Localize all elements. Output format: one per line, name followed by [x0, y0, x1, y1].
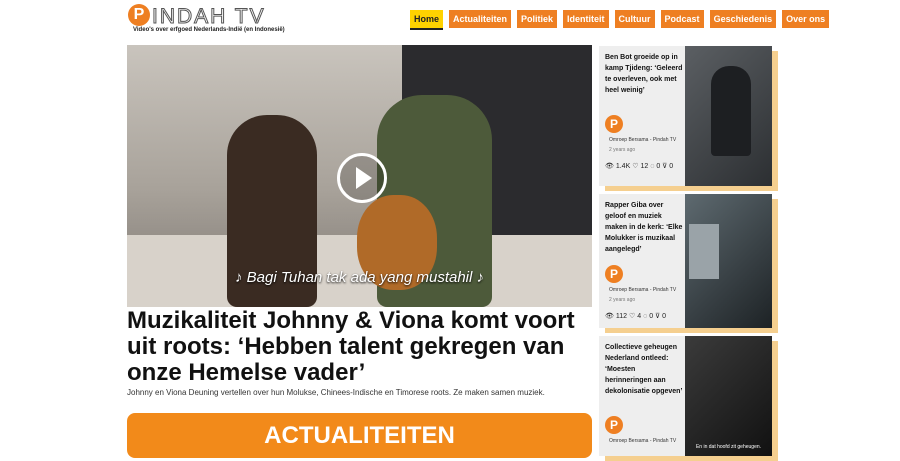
channel-avatar-icon: P	[605, 115, 623, 133]
nav-home[interactable]: Home	[410, 10, 444, 30]
views-count: 112	[615, 313, 628, 320]
likes-count: 4	[637, 313, 642, 320]
nav-actualiteiten[interactable]: Actualiteiten	[449, 10, 512, 28]
likes-count: 12	[640, 163, 649, 170]
nav-cultuur[interactable]: Cultuur	[614, 10, 655, 28]
sidebar-card-1[interactable]: Ben Bot groeide op in kamp Tjideng: ‘Gel…	[599, 46, 772, 186]
card-thumbnail[interactable]: En in dat hoofd zit geheugen.	[685, 336, 772, 456]
comment-icon: ◌	[643, 313, 648, 320]
card-author: Omroep Bersama - Pindah TV	[609, 438, 677, 444]
featured-title[interactable]: Muzikaliteit Johnny & Viona komt voort u…	[127, 308, 597, 386]
featured-video[interactable]: ♪ Bagi Tuhan tak ada yang mustahil ♪	[127, 45, 592, 307]
sidebar-card-3[interactable]: Collectieve geheugen Nederland ontleed: …	[599, 336, 772, 456]
thumbnail-figure	[711, 66, 751, 156]
comments-count: 0	[649, 313, 654, 320]
views-icon: 👁	[605, 163, 614, 170]
play-icon[interactable]	[337, 153, 387, 203]
card-text-panel: Collectieve geheugen Nederland ontleed: …	[599, 336, 685, 456]
card-date: 2 years ago	[609, 297, 636, 303]
card-text-panel: Rapper Giba over geloof en muziek maken …	[599, 194, 685, 328]
nav-podcast[interactable]: Podcast	[660, 10, 704, 28]
nav-politiek[interactable]: Politiek	[517, 10, 558, 28]
video-subtitle: ♪ Bagi Tuhan tak ada yang mustahil ♪	[234, 269, 485, 286]
thumbnail-screen	[689, 224, 719, 279]
card-title[interactable]: Rapper Giba over geloof en muziek maken …	[605, 200, 683, 255]
heart-icon: ♡	[628, 313, 636, 320]
logo-p-icon: P	[128, 4, 150, 26]
views-count: 1.4K	[615, 163, 631, 170]
card-title[interactable]: Collectieve geheugen Nederland ontleed: …	[605, 342, 683, 397]
comment-icon: ◌	[650, 163, 655, 170]
card-stats: 👁 112 ♡ 4 ◌ 0 ⊽ 0	[605, 312, 685, 322]
card-text-panel: Ben Bot groeide op in kamp Tjideng: ‘Gel…	[599, 46, 685, 186]
card-thumbnail[interactable]	[685, 46, 772, 186]
featured-lede: Johnny en Viona Deuning vertellen over h…	[127, 388, 545, 397]
site-tagline: Video's over erfgoed Nederlands-Indië (e…	[133, 27, 285, 33]
card-stats: 👁 1.4K ♡ 12 ◌ 0 ⊽ 0	[605, 162, 685, 172]
nav-geschiedenis[interactable]: Geschiedenis	[709, 10, 777, 28]
dislikes-count: 0	[669, 163, 674, 170]
comments-count: 0	[656, 163, 661, 170]
thumbnail-caption: En in dat hoofd zit geheugen.	[695, 444, 762, 450]
card-author: Omroep Bersama - Pindah TV	[609, 137, 677, 143]
nav-over-ons[interactable]: Over ons	[782, 10, 830, 28]
section-banner-actualiteiten[interactable]: ACTUALITEITEN	[127, 413, 592, 458]
nav-identiteit[interactable]: Identiteit	[563, 10, 609, 28]
sidebar-card-2[interactable]: Rapper Giba over geloof en muziek maken …	[599, 194, 772, 328]
thumbs-down-icon: ⊽	[662, 163, 668, 170]
heart-icon: ♡	[632, 163, 639, 170]
channel-avatar-icon: P	[605, 416, 623, 434]
main-nav: Home Actualiteiten Politiek Identiteit C…	[410, 10, 830, 30]
card-date: 2 years ago	[609, 147, 636, 153]
thumbs-down-icon: ⊽	[655, 313, 661, 320]
dislikes-count: 0	[662, 313, 667, 320]
channel-avatar-icon: P	[605, 265, 623, 283]
card-author: Omroep Bersama - Pindah TV	[609, 287, 677, 293]
card-title[interactable]: Ben Bot groeide op in kamp Tjideng: ‘Gel…	[605, 52, 683, 96]
views-icon: 👁	[605, 313, 614, 320]
logo-text: INDAH TV	[152, 5, 266, 29]
card-thumbnail[interactable]	[685, 194, 772, 328]
